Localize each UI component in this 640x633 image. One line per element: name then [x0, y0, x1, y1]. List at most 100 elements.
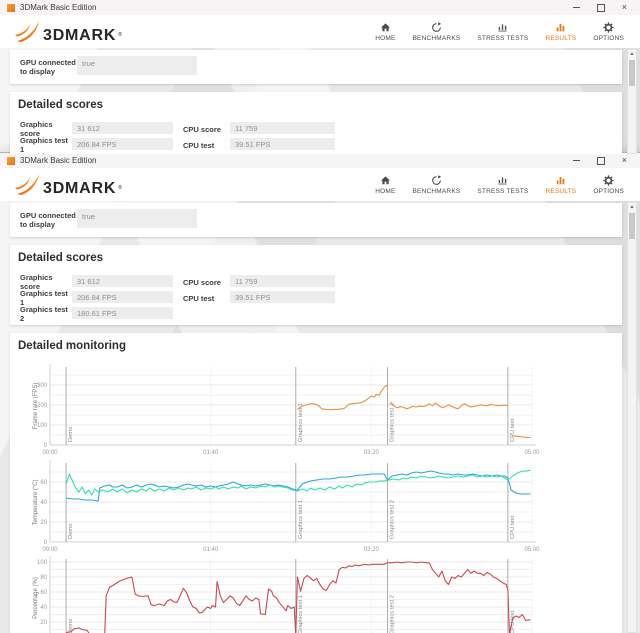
app-icon [7, 4, 15, 12]
gpu-connected-row: GPU connected to display true [10, 203, 622, 237]
svg-text:01:40: 01:40 [203, 547, 219, 553]
results-icon [555, 175, 566, 186]
detailed-scores-heading: Detailed scores [18, 251, 622, 265]
svg-text:CPU test: CPU test [510, 418, 516, 442]
score-value: 206.84 FPS [72, 138, 173, 150]
detailed-monitoring-heading: Detailed monitoring [18, 339, 622, 353]
nav-benchmarks[interactable]: BENCHMARKS [413, 175, 461, 195]
3dmark-logo: 3DMARK ® [14, 20, 123, 44]
score-value: 39.51 FPS [230, 138, 335, 150]
temperature-chart: 020406000:0001:4003:2005:00DemoGraphics … [30, 457, 622, 554]
svg-text:Graphics test 1: Graphics test 1 [298, 500, 304, 539]
nav-benchmarks[interactable]: BENCHMARKS [413, 22, 461, 42]
gpu-connected-row: GPU connected to display true [10, 50, 622, 84]
maximize-button[interactable] [597, 157, 605, 165]
minimize-button[interactable] [573, 160, 580, 161]
svg-text:05:00: 05:00 [524, 450, 540, 456]
svg-text:Graphics test 2: Graphics test 2 [389, 500, 395, 539]
score-row: Graphics score 31 612 CPU score 11 759 [10, 118, 622, 134]
nav-results[interactable]: RESULTS [545, 175, 576, 195]
svg-text:05:00: 05:00 [524, 547, 540, 553]
svg-text:Demo: Demo [68, 619, 74, 633]
nav-options[interactable]: OPTIONS [593, 175, 624, 195]
svg-text:01:40: 01:40 [203, 450, 219, 456]
gpu-info-card: GPU connected to display true [10, 50, 622, 84]
svg-text:40: 40 [40, 605, 47, 611]
frame-rate-chart: 010020030000:0001:4003:2005:00DemoGraphi… [30, 359, 622, 457]
vertical-scrollbar[interactable]: ▲ [627, 49, 637, 154]
svg-text:Graphics test 2: Graphics test 2 [389, 403, 395, 442]
svg-text:60: 60 [40, 590, 47, 596]
svg-text:Frame rate (FPS): Frame rate (FPS) [33, 383, 39, 430]
percentage-chart: 020406080100DemoGraphics test 1Graphics … [30, 554, 622, 633]
nav-stress-tests[interactable]: STRESS TESTS [477, 175, 528, 195]
scrollbar-thumb[interactable] [629, 60, 635, 86]
nav-options[interactable]: OPTIONS [593, 22, 624, 42]
content-area: GPU connected to display true Detailed s… [0, 201, 640, 633]
benchmarks-icon [431, 22, 442, 33]
titlebar[interactable]: 3DMark Basic Edition × [0, 153, 640, 168]
svg-text:CPU test: CPU test [510, 515, 516, 539]
svg-text:0: 0 [44, 540, 48, 546]
scroll-up-arrow[interactable]: ▲ [628, 50, 636, 59]
registered-mark: ® [118, 32, 122, 38]
score-label: CPU test [183, 292, 230, 303]
nav-stress-tests[interactable]: STRESS TESTS [477, 22, 528, 42]
close-button[interactable]: × [622, 3, 627, 12]
home-icon [380, 175, 391, 186]
nav-label: RESULTS [545, 35, 576, 42]
score-value: 206.84 FPS [72, 291, 173, 303]
score-row: Graphics test 1 206.84 FPS CPU test 39.5… [10, 287, 622, 303]
detailed-scores-card: Detailed scores Graphics score 31 612 CP… [10, 92, 622, 154]
options-icon [603, 22, 614, 33]
nav-label: STRESS TESTS [477, 188, 528, 195]
vertical-scrollbar[interactable]: ▲ [627, 202, 637, 633]
titlebar[interactable]: 3DMark Basic Edition × [0, 0, 640, 15]
app-header: 3DMARK ® HOME BENCHMARKS STRESS TESTS RE… [0, 15, 640, 48]
maximize-button[interactable] [597, 4, 605, 12]
options-icon [603, 175, 614, 186]
gpu-connected-label: GPU connected to display [20, 56, 77, 76]
score-value: 11 759 [230, 122, 335, 134]
detailed-scores-card: Detailed scores Graphics score 31 612 CP… [10, 245, 622, 325]
svg-text:0: 0 [44, 443, 48, 449]
score-value: 180.61 FPS [72, 307, 173, 319]
scroll-up-arrow[interactable]: ▲ [628, 203, 636, 212]
window-back: 3DMark Basic Edition × 3DMARK ® HOME [0, 0, 640, 154]
detailed-monitoring-card: Detailed monitoring 010020030000:0001:40… [10, 333, 622, 633]
logo-text: 3DMARK [43, 181, 116, 197]
scrollbar-thumb[interactable] [629, 213, 635, 239]
app-icon [7, 157, 15, 165]
svg-text:60: 60 [40, 480, 47, 486]
nav-label: OPTIONS [593, 35, 624, 42]
score-value: 31 612 [72, 122, 173, 134]
gpu-connected-value: true [77, 209, 197, 228]
nav-home[interactable]: HOME [375, 175, 395, 195]
svg-text:20: 20 [40, 520, 47, 526]
score-label: CPU score [183, 123, 230, 134]
svg-text:40: 40 [40, 500, 47, 506]
content-area: GPU connected to display true Detailed s… [0, 48, 640, 154]
stress-tests-icon [497, 175, 508, 186]
window-front: 3DMark Basic Edition × 3DMARK ® HOME [0, 153, 640, 633]
score-row: Graphics test 1 206.84 FPS CPU test 39.5… [10, 134, 622, 150]
3dmark-logo: 3DMARK ® [14, 173, 123, 197]
results-icon [555, 22, 566, 33]
svg-text:00:00: 00:00 [42, 450, 58, 456]
gpu-info-card: GPU connected to display true [10, 203, 622, 237]
svg-text:20: 20 [40, 620, 47, 626]
nav-results[interactable]: RESULTS [545, 22, 576, 42]
close-button[interactable]: × [622, 156, 627, 165]
window-title: 3DMark Basic Edition [20, 3, 568, 12]
svg-text:00:00: 00:00 [42, 547, 58, 553]
nav-home[interactable]: HOME [375, 22, 395, 42]
nav-label: BENCHMARKS [413, 35, 461, 42]
stress-tests-icon [497, 22, 508, 33]
app-header: 3DMARK ® HOME BENCHMARKS STRESS TESTS RE… [0, 168, 640, 201]
minimize-button[interactable] [573, 7, 580, 8]
benchmarks-icon [431, 175, 442, 186]
nav-label: HOME [375, 188, 395, 195]
logo-text: 3DMARK [43, 28, 116, 44]
3dmark-swoosh-icon [14, 173, 40, 197]
svg-text:100: 100 [37, 560, 48, 566]
